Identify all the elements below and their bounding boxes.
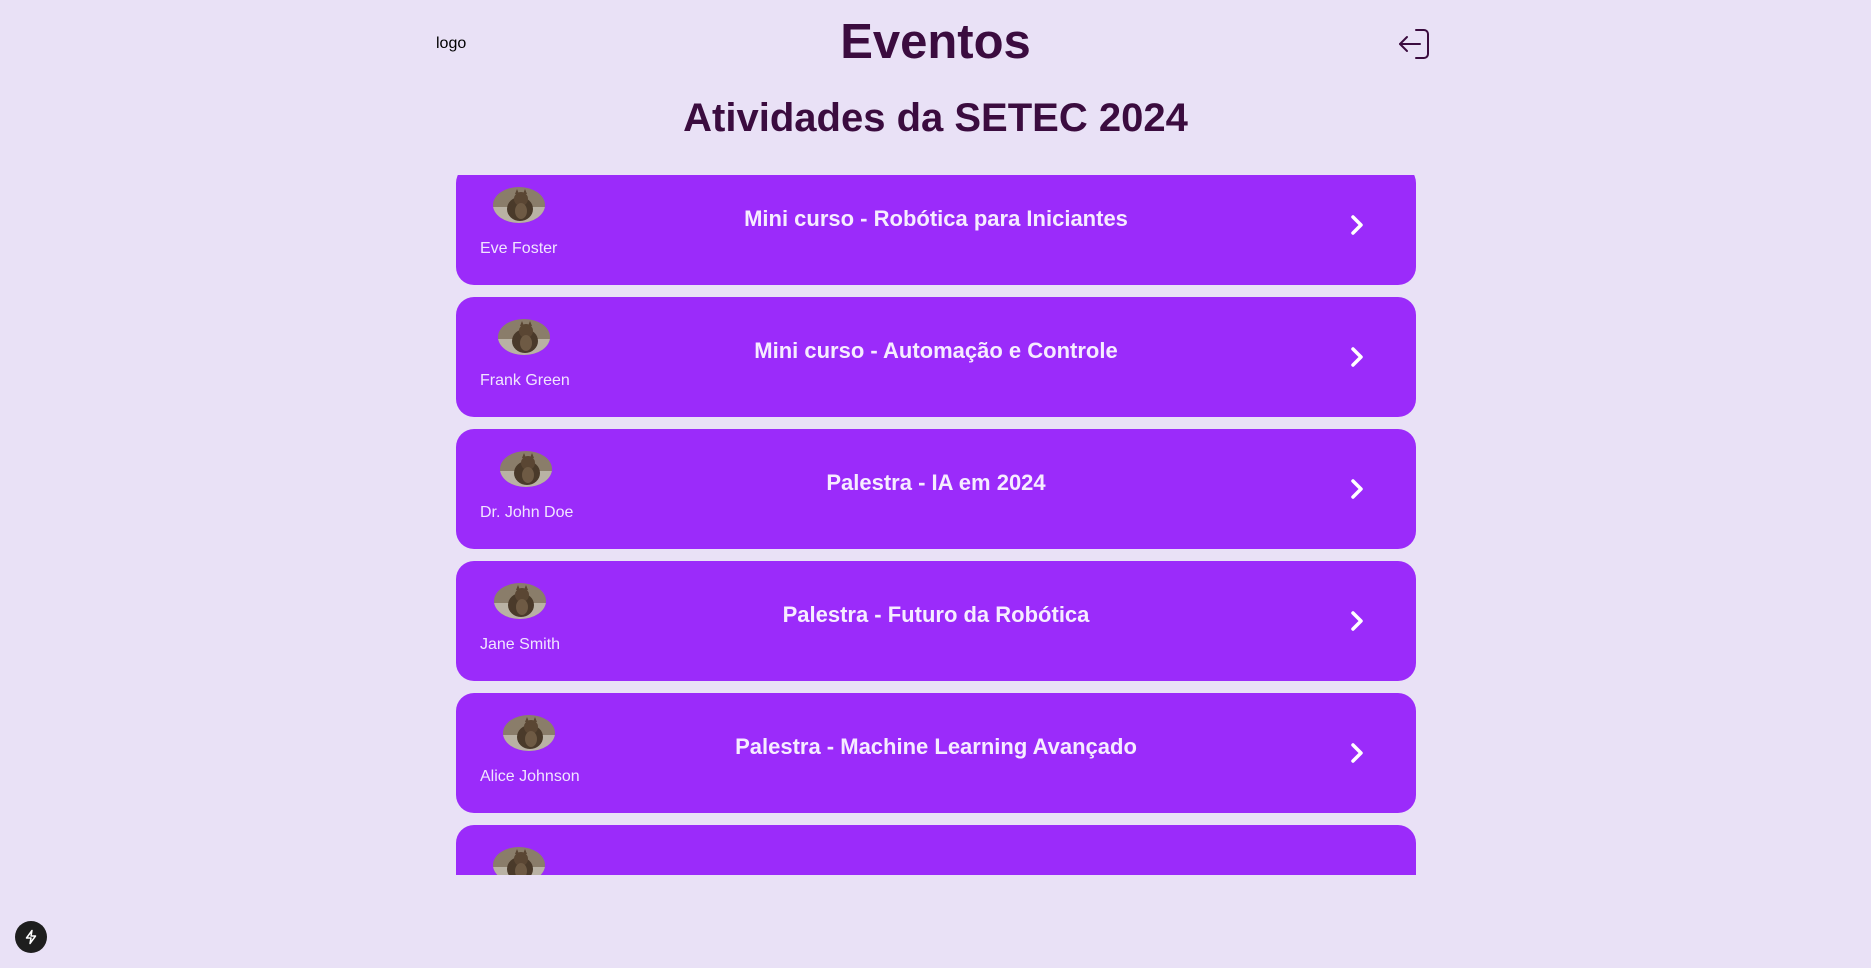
chevron-right-icon[interactable] [1347, 607, 1367, 635]
chevron-right-icon[interactable] [1347, 343, 1367, 371]
speaker-avatar [493, 847, 545, 875]
speaker-name: Frank Green [480, 372, 570, 389]
event-card[interactable]: Eve Foster Mini curso - Robótica para In… [456, 175, 1416, 285]
event-card[interactable]: Jane Smith Palestra - Futuro da Robótica [456, 561, 1416, 681]
event-title: Palestra - IA em 2024 [826, 470, 1046, 495]
event-title: Mini curso - Automação e Controle [754, 338, 1118, 363]
speaker-name: Eve Foster [480, 240, 558, 257]
event-title: Mini curso - Robótica para Iniciantes [744, 206, 1128, 231]
event-title: Palestra - Machine Learning Avançado [735, 734, 1137, 759]
event-card[interactable]: Dr. John Doe Palestra - IA em 2024 [456, 429, 1416, 549]
event-card[interactable]: Alice Johnson Palestra - Machine Learnin… [456, 693, 1416, 813]
header: logo Eventos [0, 0, 1871, 90]
chevron-right-icon[interactable] [1347, 871, 1367, 875]
event-card[interactable] [456, 825, 1416, 875]
chevron-right-icon[interactable] [1347, 739, 1367, 767]
speaker-name: Jane Smith [480, 636, 561, 653]
chevron-right-icon[interactable] [1347, 475, 1367, 503]
page-title: Eventos [840, 15, 1031, 69]
event-card[interactable]: Frank Green Mini curso - Automação e Con… [456, 297, 1416, 417]
event-title: Palestra - Futuro da Robótica [782, 602, 1090, 627]
speaker-name: Dr. John Doe [480, 504, 574, 521]
section-title: Atividades da SETEC 2024 [683, 96, 1188, 140]
speaker-name: Alice Johnson [480, 768, 580, 785]
lightning-bolt-icon[interactable] [15, 921, 47, 953]
logout-icon[interactable] [1396, 26, 1432, 62]
chevron-right-icon[interactable] [1347, 211, 1367, 239]
event-list[interactable]: Eve Foster Mini curso - Robótica para In… [456, 175, 1416, 875]
